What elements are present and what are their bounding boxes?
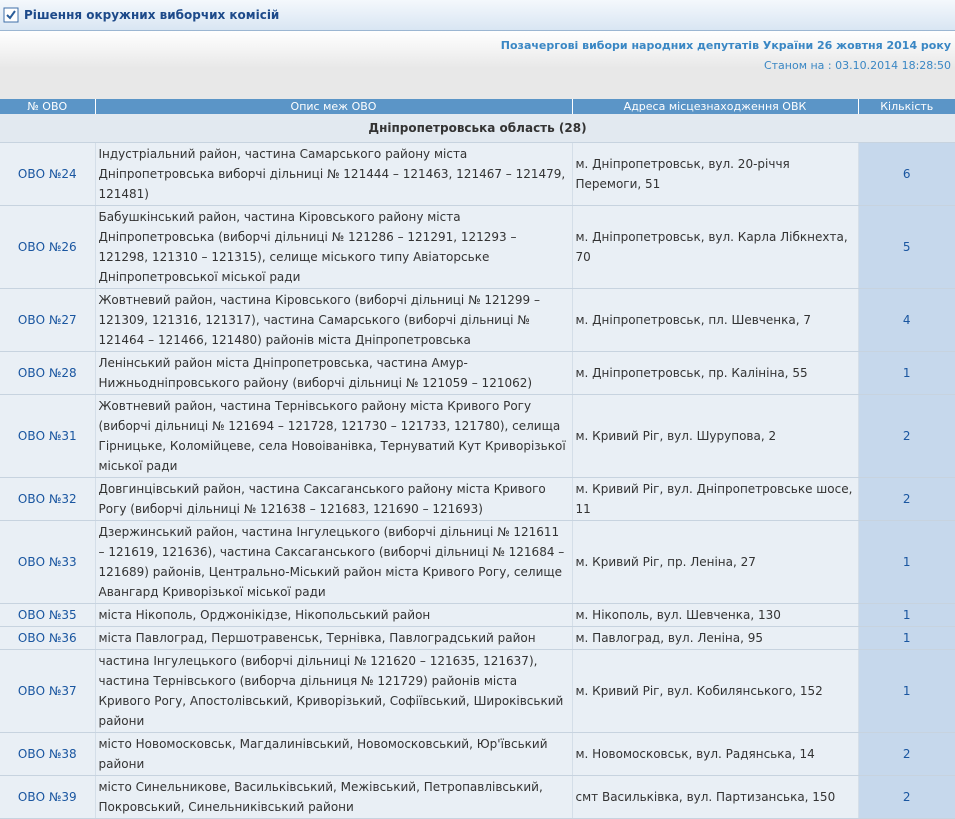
ovo-link[interactable]: ОВО №35 bbox=[0, 603, 95, 627]
ovo-link[interactable]: ОВО №28 bbox=[0, 351, 95, 395]
info-panel: Позачергові вибори народних депутатів Ук… bbox=[0, 31, 955, 99]
ovo-link[interactable]: ОВО №38 bbox=[0, 732, 95, 776]
district-description: Жовтневий район, частина Кіровського (ви… bbox=[94, 288, 572, 352]
decisions-count-link[interactable]: 2 bbox=[857, 775, 955, 819]
ovo-link[interactable]: ОВО №37 bbox=[0, 649, 95, 733]
decisions-count-link[interactable]: 6 bbox=[857, 142, 955, 206]
decisions-count-link[interactable]: 1 bbox=[857, 603, 955, 627]
district-description: міста Нікополь, Орджонікідзе, Нікопольсь… bbox=[94, 603, 572, 627]
commission-address: м. Дніпропетровськ, пл. Шевченка, 7 bbox=[571, 288, 858, 352]
commission-address: м. Кривий Ріг, пр. Леніна, 27 bbox=[571, 520, 858, 604]
checkbox-icon bbox=[3, 7, 19, 23]
commission-address: м. Кривий Ріг, вул. Кобилянського, 152 bbox=[571, 649, 858, 733]
decisions-count-link[interactable]: 1 bbox=[857, 649, 955, 733]
table-row: ОВО №36 міста Павлоград, Першотравенськ, … bbox=[0, 626, 955, 650]
region-row: Дніпропетровська область (28) bbox=[0, 114, 955, 143]
commission-address: м. Кривий Ріг, вул. Шурупова, 2 bbox=[571, 394, 858, 478]
decisions-count-link[interactable]: 2 bbox=[857, 394, 955, 478]
decisions-count-link[interactable]: 1 bbox=[857, 520, 955, 604]
commission-address: м. Дніпропетровськ, пр. Калініна, 55 bbox=[571, 351, 858, 395]
district-description: Дзержинський район, частина Інгулецького… bbox=[94, 520, 572, 604]
commission-address: смт Васильківка, вул. Партизанська, 150 bbox=[571, 775, 858, 819]
table-row: ОВО №39 місто Синельникове, Васильківськи… bbox=[0, 775, 955, 819]
table-row: ОВО №28 Ленінський район міста Дніпропетр… bbox=[0, 351, 955, 395]
page-title: Рішення окружних виборчих комісій bbox=[24, 8, 280, 22]
table-row: ОВО №38 місто Новомосковськ, Магдалинівсь… bbox=[0, 732, 955, 776]
districts-table: № ОВО Опис меж ОВО Адреса місцезнаходжен… bbox=[0, 99, 955, 819]
ovo-link[interactable]: ОВО №24 bbox=[0, 142, 95, 206]
column-header-description[interactable]: Опис меж ОВО bbox=[95, 99, 573, 114]
commission-address: м. Дніпропетровськ, вул. Карла Лібкнехта… bbox=[571, 205, 858, 289]
district-description: Бабушкінський район, частина Кіровського… bbox=[94, 205, 572, 289]
district-description: міста Павлоград, Першотравенськ, Тернівк… bbox=[94, 626, 572, 650]
ovo-link[interactable]: ОВО №26 bbox=[0, 205, 95, 289]
commission-address: м. Нікополь, вул. Шевченка, 130 bbox=[571, 603, 858, 627]
table-row: ОВО №32 Довгинцівський район, частина Сак… bbox=[0, 477, 955, 521]
table-row: ОВО №35 міста Нікополь, Орджонікідзе, Нік… bbox=[0, 603, 955, 627]
decisions-count-link[interactable]: 1 bbox=[857, 351, 955, 395]
commission-address: м. Павлоград, вул. Леніна, 95 bbox=[571, 626, 858, 650]
table-header-row: № ОВО Опис меж ОВО Адреса місцезнаходжен… bbox=[0, 99, 955, 114]
table-row: ОВО №27 Жовтневий район, частина Кіровськ… bbox=[0, 288, 955, 352]
district-description: Жовтневий район, частина Тернівського ра… bbox=[94, 394, 572, 478]
table-row: ОВО №33 Дзержинський район, частина Інгул… bbox=[0, 520, 955, 604]
ovo-link[interactable]: ОВО №36 bbox=[0, 626, 95, 650]
commission-address: м. Дніпропетровськ, вул. 20-річчя Перемо… bbox=[571, 142, 858, 206]
ovo-link[interactable]: ОВО №27 bbox=[0, 288, 95, 352]
commission-address: м. Кривий Ріг, вул. Дніпропетровське шос… bbox=[571, 477, 858, 521]
district-description: Ленінський район міста Дніпропетровська,… bbox=[94, 351, 572, 395]
decisions-count-link[interactable]: 4 bbox=[857, 288, 955, 352]
ovo-link[interactable]: ОВО №33 bbox=[0, 520, 95, 604]
district-description: місто Синельникове, Васильківський, Межі… bbox=[94, 775, 572, 819]
ovo-link[interactable]: ОВО №31 bbox=[0, 394, 95, 478]
decisions-count-link[interactable]: 2 bbox=[857, 477, 955, 521]
column-header-ovo[interactable]: № ОВО bbox=[0, 99, 96, 114]
table-row: ОВО №37 частина Інгулецького (виборчі діл… bbox=[0, 649, 955, 733]
table-row: ОВО №31 Жовтневий район, частина Тернівсь… bbox=[0, 394, 955, 478]
column-header-count[interactable]: Кількість bbox=[858, 99, 955, 114]
decisions-count-link[interactable]: 5 bbox=[857, 205, 955, 289]
district-description: Довгинцівський район, частина Саксагансь… bbox=[94, 477, 572, 521]
table-row: ОВО №26 Бабушкінський район, частина Кіро… bbox=[0, 205, 955, 289]
column-header-address[interactable]: Адреса місцезнаходження ОВК bbox=[572, 99, 859, 114]
panel-header: Рішення окружних виборчих комісій bbox=[0, 0, 955, 31]
ovo-link[interactable]: ОВО №32 bbox=[0, 477, 95, 521]
decisions-count-link[interactable]: 1 bbox=[857, 626, 955, 650]
region-label: Дніпропетровська область (28) bbox=[0, 114, 955, 143]
ovo-link[interactable]: ОВО №39 bbox=[0, 775, 95, 819]
district-description: частина Інгулецького (виборчі дільниці №… bbox=[94, 649, 572, 733]
district-description: місто Новомосковськ, Магдалинівський, Но… bbox=[94, 732, 572, 776]
election-title: Позачергові вибори народних депутатів Ук… bbox=[500, 39, 951, 52]
commission-address: м. Новомосковськ, вул. Радянська, 14 bbox=[571, 732, 858, 776]
as-of-timestamp: Станом на : 03.10.2014 18:28:50 bbox=[763, 59, 951, 72]
district-description: Індустріальний район, частина Самарськог… bbox=[94, 142, 572, 206]
table-row: ОВО №24 Індустріальний район, частина Сам… bbox=[0, 142, 955, 206]
decisions-count-link[interactable]: 2 bbox=[857, 732, 955, 776]
